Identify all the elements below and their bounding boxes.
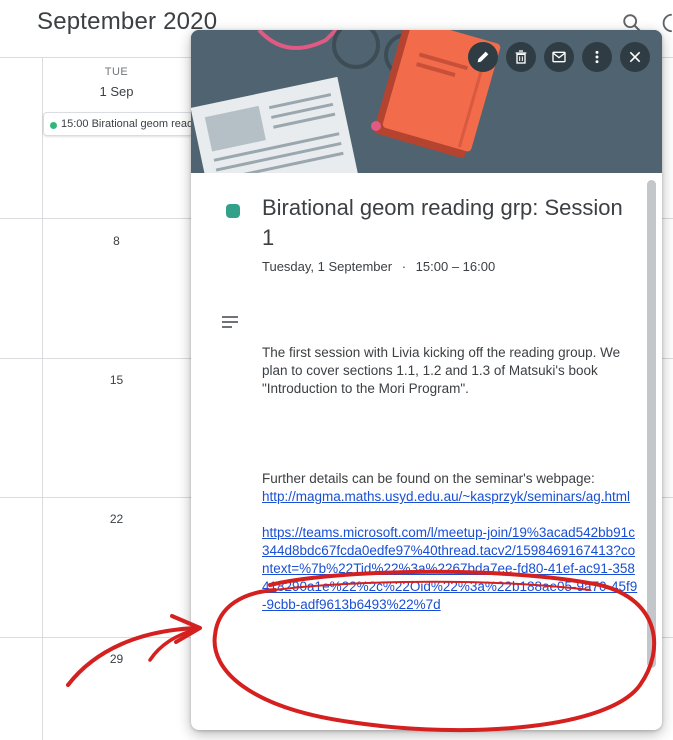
delete-icon — [515, 50, 527, 64]
day-header[interactable]: TUE 1 Sep — [44, 66, 189, 99]
date-cell[interactable]: 15 — [44, 373, 189, 387]
date-cell[interactable]: 29 — [44, 652, 189, 666]
event-details-popup: Birational geom reading grp: Session 1 T… — [191, 30, 662, 730]
email-icon — [552, 51, 566, 63]
email-guests-button[interactable] — [544, 42, 574, 72]
datetime-separator: · — [401, 259, 407, 274]
calendar-event-chip[interactable]: 15:00 Birational geom reading grp: Sessi… — [43, 112, 193, 136]
teams-meeting-link[interactable]: https://teams.microsoft.com/l/meetup-joi… — [262, 525, 637, 612]
event-time: 15:00 – 16:00 — [415, 259, 496, 274]
popup-actions — [468, 42, 650, 72]
close-button[interactable] — [620, 42, 650, 72]
event-color-chip — [226, 204, 240, 218]
date-cell[interactable]: 22 — [44, 512, 189, 526]
edit-icon — [477, 51, 489, 63]
more-vert-icon[interactable] — [662, 12, 673, 34]
event-description: The first session with Livia kicking off… — [262, 344, 638, 614]
calendar-page: September 2020 TUE 1 Sep 15:00 Birationa… — [0, 0, 673, 740]
event-date: Tuesday, 1 September — [262, 259, 393, 274]
grid-divider — [42, 57, 43, 740]
date-cell[interactable]: 8 — [44, 234, 189, 248]
popup-scrollbar[interactable] — [647, 180, 656, 668]
description-icon — [222, 316, 238, 328]
description-intro: The first session with Livia kicking off… — [262, 345, 621, 396]
event-chip-label: 15:00 Birational geom reading grp: Sessi… — [61, 118, 193, 130]
seminar-link[interactable]: http://magma.maths.usyd.edu.au/~kasprzyk… — [262, 489, 630, 504]
header-illustration — [191, 30, 662, 173]
options-button[interactable] — [582, 42, 612, 72]
day-of-week: TUE — [104, 66, 129, 78]
event-title: Birational geom reading grp: Session 1 — [262, 195, 623, 250]
day-number: 1 Sep — [99, 84, 134, 99]
options-icon — [595, 50, 599, 64]
close-icon — [629, 51, 641, 63]
delete-button[interactable] — [506, 42, 536, 72]
edit-button[interactable] — [468, 42, 498, 72]
description-details: Further details can be found on the semi… — [262, 471, 595, 486]
event-dot — [50, 122, 57, 129]
event-datetime: Tuesday, 1 September · 15:00 – 16:00 — [262, 259, 495, 274]
